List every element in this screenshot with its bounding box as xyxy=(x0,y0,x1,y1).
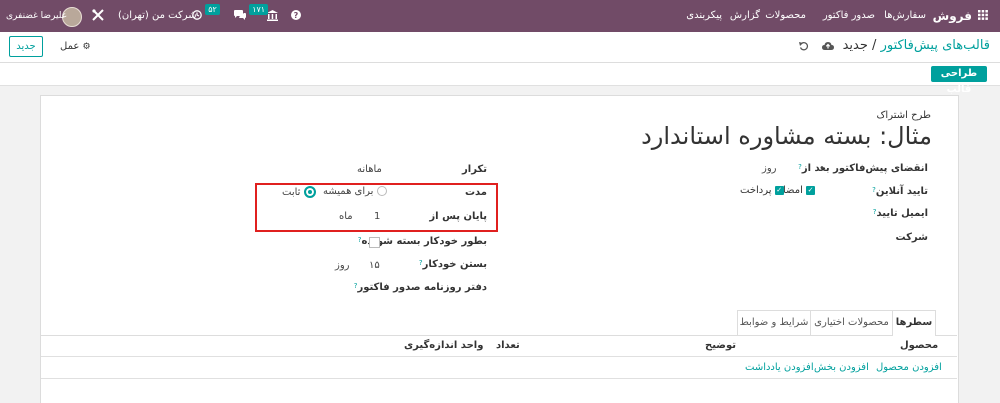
breadcrumb-parent[interactable]: قالب‌های پیش‌فاکتور xyxy=(881,38,990,53)
confirm-email-field: ایمیل تایید? xyxy=(873,208,928,219)
new-button[interactable]: جدید xyxy=(9,36,43,57)
company-label: شرکت xyxy=(896,232,928,243)
expiry-unit: روز xyxy=(762,163,777,174)
chat-icon xyxy=(234,10,246,20)
tab-lines[interactable]: سطرها xyxy=(892,310,936,336)
company-switcher[interactable]: شرکت من (تهران) xyxy=(118,0,197,32)
help-icon[interactable]: ? xyxy=(291,0,301,32)
action-label: عمل xyxy=(60,41,80,52)
apps-menu-icon[interactable] xyxy=(978,0,988,32)
menu-configuration[interactable]: پیکربندی xyxy=(686,0,722,32)
auto-close-after-label: بستن خودکار xyxy=(422,259,487,270)
user-name[interactable]: علیرضا غضنفری xyxy=(6,0,67,32)
tab-terms[interactable]: شرایط و ضوابط xyxy=(737,310,811,335)
auto-close-number[interactable]: ۱۵ xyxy=(369,260,380,271)
menu-invoicing[interactable]: صدور فاکتور xyxy=(823,0,875,32)
tabs-divider xyxy=(41,335,957,336)
debug-tools-icon[interactable] xyxy=(92,0,104,32)
col-product[interactable]: محصول xyxy=(900,340,938,351)
invoice-journal-field: دفتر روزنامه صدور فاکتور? xyxy=(354,282,487,293)
online-confirm-label: تایید آنلاین xyxy=(875,186,928,197)
expiry-value[interactable]: روز xyxy=(762,163,777,174)
save-cloud-icon[interactable] xyxy=(822,41,834,54)
auto-close-checkbox[interactable] xyxy=(369,237,380,248)
form-title-input[interactable]: مثال: بسته مشاوره استاندارد xyxy=(641,122,932,150)
pay-checkbox[interactable]: ✓ xyxy=(774,185,784,195)
pay-option[interactable]: ✓ پرداخت xyxy=(740,185,784,196)
svg-text:?: ? xyxy=(294,11,299,20)
menu-reporting[interactable]: گزارش xyxy=(730,0,760,32)
col-description[interactable]: توضیح xyxy=(705,340,736,351)
invoice-journal-label: دفتر روزنامه صدور فاکتور xyxy=(357,282,487,293)
menu-orders[interactable]: سفارش‌ها xyxy=(884,0,926,32)
menu-products[interactable]: محصولات xyxy=(765,0,806,32)
confirm-email-label: ایمیل تایید xyxy=(876,208,929,219)
breadcrumb: قالب‌های پیش‌فاکتور / جدید xyxy=(843,38,990,53)
highlight-box xyxy=(255,183,498,232)
repeat-label: تکرار xyxy=(462,164,487,175)
expiry-bullet: • xyxy=(819,163,825,174)
form-statusbar: طراحی قالب xyxy=(0,63,1000,95)
expiry-field: انقضای پیش‌فاکتور بعد از? xyxy=(798,163,928,174)
activities-count-badge: ۵۲ xyxy=(205,4,220,15)
auto-close-label: بطور خودکار بسته شونده xyxy=(361,236,487,247)
repeat-value[interactable]: ماهانه xyxy=(357,164,382,175)
col-quantity[interactable]: تعداد xyxy=(496,340,520,351)
add-note-link[interactable]: افزودن یادداشت xyxy=(745,362,814,373)
header-divider xyxy=(41,356,957,357)
breadcrumb-current: جدید xyxy=(842,38,868,53)
messages-button[interactable]: ۱۷۱ xyxy=(234,0,269,32)
add-section-link[interactable]: افزودن بخش xyxy=(814,362,869,373)
auto-close-after-field: بستن خودکار? xyxy=(419,259,487,270)
add-product-link[interactable]: افزودن محصول xyxy=(876,362,942,373)
pay-label: پرداخت xyxy=(740,185,772,196)
tab-optional-products[interactable]: محصولات اختیاری xyxy=(810,310,893,335)
breadcrumb-separator: / xyxy=(872,38,877,53)
design-template-button[interactable]: طراحی قالب xyxy=(931,66,987,95)
col-uom[interactable]: واحد اندازه‌گیری xyxy=(404,340,483,351)
auto-close-unit[interactable]: روز xyxy=(335,260,350,271)
action-menu-button[interactable]: عمل ⚙ xyxy=(60,41,91,52)
sign-label: امضا xyxy=(783,185,803,196)
sign-checkbox[interactable]: ✓ xyxy=(806,185,816,195)
messages-count-badge: ۱۷۱ xyxy=(249,4,269,15)
company-label-text: شرکت xyxy=(895,232,928,243)
online-confirm-field: تایید آنلاین? xyxy=(872,186,928,197)
app-brand[interactable]: فروش xyxy=(933,0,972,32)
gear-icon: ⚙ xyxy=(82,42,91,52)
sign-option[interactable]: ✓ امضا xyxy=(783,185,816,196)
discard-undo-icon[interactable] xyxy=(799,41,809,54)
main-navbar: فروش سفارش‌ها صدور فاکتور محصولات گزارش … xyxy=(0,0,1000,32)
form-subtitle: طرح اشتراک xyxy=(876,110,931,121)
control-panel: قالب‌های پیش‌فاکتور / جدید جدید عمل ⚙ xyxy=(0,32,1000,63)
row-divider xyxy=(41,378,957,379)
bank-icon[interactable] xyxy=(267,0,278,32)
